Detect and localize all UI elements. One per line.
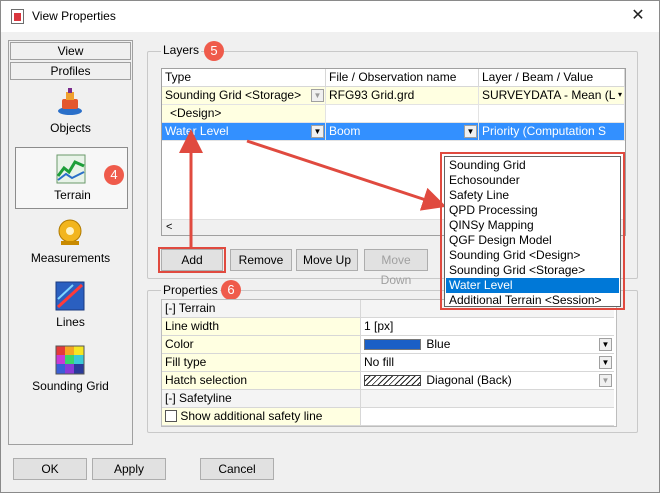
property-category-safetyline[interactable]: [-] Safetyline — [162, 390, 614, 408]
sounding-grid-icon — [55, 345, 85, 375]
cell-text: SURVEYDATA - Mean (L — [482, 88, 616, 102]
chevron-down-icon[interactable]: ▼ — [311, 89, 324, 102]
dropdown-option[interactable]: QPD Processing — [446, 203, 619, 218]
nav-item-lines[interactable]: Lines — [9, 279, 132, 331]
cell-text: Sounding Grid <Storage> — [165, 88, 302, 102]
property-value[interactable]: Diagonal (Back) ▼ — [361, 372, 614, 390]
nav-item-label: Sounding Grid — [32, 379, 109, 393]
color-swatch — [364, 339, 421, 350]
nav-item-measurements[interactable]: Measurements — [9, 215, 132, 267]
hatch-value-text: Diagonal (Back) — [426, 373, 512, 387]
scroll-left-icon[interactable]: < — [166, 221, 172, 233]
chevron-down-icon[interactable]: ▼ — [464, 125, 477, 138]
property-key: Hatch selection — [162, 372, 361, 390]
objects-icon — [58, 88, 82, 115]
property-row-color[interactable]: Color Blue ▼ — [162, 336, 614, 354]
close-icon[interactable]: ✕ — [627, 5, 649, 27]
title-bar: View Properties ✕ — [1, 1, 659, 32]
view-properties-window: View Properties ✕ View Profiles Objects … — [0, 0, 660, 493]
terrain-icon — [56, 154, 86, 184]
show-safety-checkbox[interactable] — [165, 410, 177, 422]
annotation-badge-6: 6 — [221, 280, 241, 300]
dropdown-option[interactable]: Sounding Grid <Design> — [446, 248, 619, 263]
column-header-value[interactable]: Layer / Beam / Value — [479, 69, 625, 87]
dropdown-option[interactable]: Echosounder — [446, 173, 619, 188]
dropdown-option[interactable]: Sounding Grid — [446, 158, 619, 173]
layer-file-cell[interactable]: RFG93 Grid.grd — [326, 87, 479, 105]
property-value[interactable]: Blue ▼ — [361, 336, 614, 354]
hatch-swatch — [364, 375, 421, 386]
ok-button[interactable]: OK — [13, 458, 87, 480]
layer-value-cell[interactable]: SURVEYDATA - Mean (L ▾ — [479, 87, 625, 105]
column-header-file[interactable]: File / Observation name — [326, 69, 479, 87]
layer-file-cell[interactable]: Boom ▼ — [326, 123, 479, 141]
property-row-hatch[interactable]: Hatch selection Diagonal (Back) ▼ — [162, 372, 614, 390]
chevron-down-icon[interactable]: ▼ — [599, 338, 612, 351]
dropdown-option[interactable]: Sounding Grid <Storage> — [446, 263, 619, 278]
move-up-button[interactable]: Move Up — [296, 249, 358, 271]
property-row-show-safety[interactable]: Show additional safety line — [162, 408, 614, 426]
layers-group-title: Layers — [161, 43, 202, 57]
annotation-badge-5: 5 — [204, 41, 224, 61]
chevron-down-icon[interactable]: ▼ — [311, 125, 324, 138]
properties-grid: [-] Terrain Line width 1 [px] Color Blue… — [161, 299, 617, 427]
chevron-down-icon[interactable]: ▼ — [599, 356, 612, 369]
window-title: View Properties — [32, 9, 116, 23]
color-value-text: Blue — [426, 337, 451, 351]
measurements-icon — [58, 219, 82, 245]
remove-button[interactable]: Remove — [230, 249, 292, 271]
layer-type-cell[interactable]: Water Level ▼ — [162, 123, 326, 141]
property-key: Color — [162, 336, 361, 354]
cancel-button[interactable]: Cancel — [200, 458, 274, 480]
chevron-down-icon: ▼ — [599, 374, 612, 387]
layer-value-cell[interactable]: Priority (Computation S — [479, 123, 625, 141]
checkbox-label: Show additional safety line — [180, 409, 323, 423]
layer-type-cell[interactable]: <Design> — [162, 105, 326, 123]
add-button[interactable]: Add — [161, 249, 223, 271]
property-value — [361, 408, 614, 426]
cell-text: Boom — [329, 124, 361, 138]
layer-value-cell[interactable] — [479, 105, 625, 123]
move-down-button: Move Down — [364, 249, 428, 287]
nav-item-label: Objects — [50, 121, 91, 135]
properties-group-title: Properties — [161, 283, 220, 297]
dropdown-option[interactable]: Water Level — [446, 278, 619, 293]
property-row-line-width[interactable]: Line width 1 [px] — [162, 318, 614, 336]
column-header-type[interactable]: Type — [162, 69, 326, 87]
app-icon — [11, 9, 24, 24]
apply-button[interactable]: Apply — [92, 458, 166, 480]
dropdown-option[interactable]: QGF Design Model — [446, 233, 619, 248]
nav-item-label: Measurements — [30, 251, 111, 265]
category-nav: View Profiles Objects Terrain 4 Measurem… — [8, 40, 133, 445]
nav-tab-profiles[interactable]: Profiles — [10, 62, 131, 80]
layer-type-cell[interactable]: Sounding Grid <Storage> ▼ — [162, 87, 326, 105]
nav-item-label: Terrain — [54, 188, 91, 202]
property-key: Show additional safety line — [162, 408, 361, 426]
nav-tab-view[interactable]: View — [10, 42, 131, 60]
property-key: Fill type — [162, 354, 361, 372]
property-key: [-] Safetyline — [162, 390, 361, 408]
cell-text: Priority (Computation S — [482, 124, 607, 138]
type-dropdown-list: Sounding Grid Echosounder Safety Line QPD P… — [444, 156, 621, 307]
nav-item-objects[interactable]: Objects — [9, 85, 132, 137]
dropdown-option[interactable]: Additional Terrain <Session> — [446, 293, 619, 308]
dropdown-option[interactable]: Safety Line — [446, 188, 619, 203]
lines-icon — [55, 281, 85, 311]
cell-text: Water Level — [165, 124, 229, 138]
property-key: Line width — [162, 318, 361, 336]
property-row-fill-type[interactable]: Fill type No fill ▼ — [162, 354, 614, 372]
nav-item-sounding-grid[interactable]: Sounding Grid — [9, 343, 132, 395]
dropdown-option[interactable]: QINSy Mapping — [446, 218, 619, 233]
annotation-badge-4: 4 — [104, 165, 124, 185]
property-value — [361, 390, 614, 408]
property-value[interactable]: No fill ▼ — [361, 354, 614, 372]
layer-file-cell[interactable] — [326, 105, 479, 123]
nav-item-label: Lines — [56, 315, 85, 329]
fill-type-text: No fill — [364, 355, 395, 369]
property-key: [-] Terrain — [162, 300, 361, 318]
chevron-down-icon[interactable]: ▾ — [617, 89, 623, 102]
property-value[interactable]: 1 [px] — [361, 318, 614, 336]
